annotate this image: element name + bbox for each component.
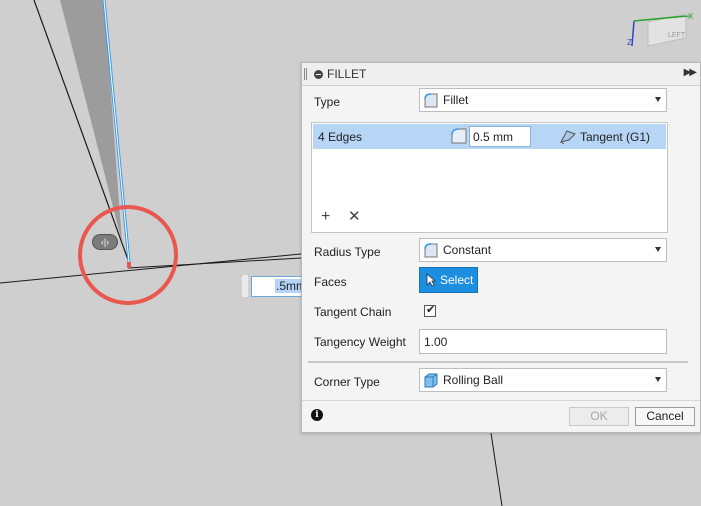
ok-button[interactable]: OK xyxy=(569,407,629,426)
axis-x-label: X xyxy=(688,12,694,21)
faces-select-button[interactable]: Select xyxy=(419,267,478,293)
type-label: Type xyxy=(314,95,341,109)
selection-marker xyxy=(127,262,131,268)
chevron-down-icon xyxy=(655,377,661,382)
remove-icon[interactable]: ✕ xyxy=(348,209,361,225)
fillet-radius-icon xyxy=(451,128,467,144)
radius-input-grip[interactable] xyxy=(241,275,249,297)
axis-z-label: Z xyxy=(627,38,632,47)
type-value: Fillet xyxy=(443,93,469,107)
edge-selection-row[interactable]: 4 Edges 0.5 mm Tangent (G1) xyxy=(313,124,666,149)
footer-divider xyxy=(302,400,700,401)
section-divider xyxy=(308,361,688,363)
model-face xyxy=(60,0,122,242)
radius-type-value: Constant xyxy=(443,243,492,257)
fillet-dialog: FILLET ▶▶ Type Fillet 4 Edges 0.5 mm Tan… xyxy=(301,62,701,433)
tangent-continuity-icon[interactable] xyxy=(559,128,577,144)
chevron-down-icon xyxy=(655,247,661,252)
fillet-type-icon xyxy=(424,92,438,107)
model-edge xyxy=(490,432,503,506)
radius-type-label: Radius Type xyxy=(314,245,381,259)
select-label: Select xyxy=(440,273,474,287)
tangent-chain-checkbox[interactable]: ✔ xyxy=(424,304,436,317)
tangent-chain-label: Tangent Chain xyxy=(314,305,392,319)
collapse-icon[interactable] xyxy=(314,69,323,79)
continuity-value[interactable]: Tangent (G1) xyxy=(580,130,650,144)
radius-type-dropdown[interactable]: Constant xyxy=(419,238,667,262)
type-dropdown[interactable]: Fillet xyxy=(419,88,667,112)
tangency-weight-input[interactable]: 1.00 xyxy=(419,329,667,354)
checkmark-icon: ✔ xyxy=(426,304,436,316)
corner-type-value: Rolling Ball xyxy=(443,373,504,387)
corner-type-dropdown[interactable]: Rolling Ball xyxy=(419,368,667,392)
viewcube: LEFT X Z xyxy=(627,12,694,47)
cursor-icon xyxy=(426,273,436,287)
drag-grip-icon[interactable] xyxy=(304,68,307,80)
edge-radius-input[interactable]: 0.5 mm xyxy=(469,126,531,147)
corner-type-label: Corner Type xyxy=(314,375,380,389)
tangency-weight-label: Tangency Weight xyxy=(314,335,406,349)
info-icon[interactable]: i xyxy=(311,409,323,421)
model-edge xyxy=(127,257,302,269)
constant-radius-icon xyxy=(424,242,438,257)
viewcube-label: LEFT xyxy=(668,32,686,39)
dialog-header[interactable]: FILLET ▶▶ xyxy=(302,63,700,86)
edge-count: 4 Edges xyxy=(318,130,363,144)
expand-panel-icon[interactable]: ▶▶ xyxy=(684,67,697,78)
cancel-button[interactable]: Cancel xyxy=(635,407,695,426)
rolling-ball-icon xyxy=(424,373,438,387)
edge-direction-handle[interactable]: ‹|› xyxy=(92,234,118,250)
faces-label: Faces xyxy=(314,275,347,289)
edges-list: 4 Edges 0.5 mm Tangent (G1) + ✕ xyxy=(311,122,668,233)
dialog-title: FILLET xyxy=(327,67,367,81)
chevron-down-icon xyxy=(655,97,661,102)
add-icon[interactable]: + xyxy=(321,209,330,225)
